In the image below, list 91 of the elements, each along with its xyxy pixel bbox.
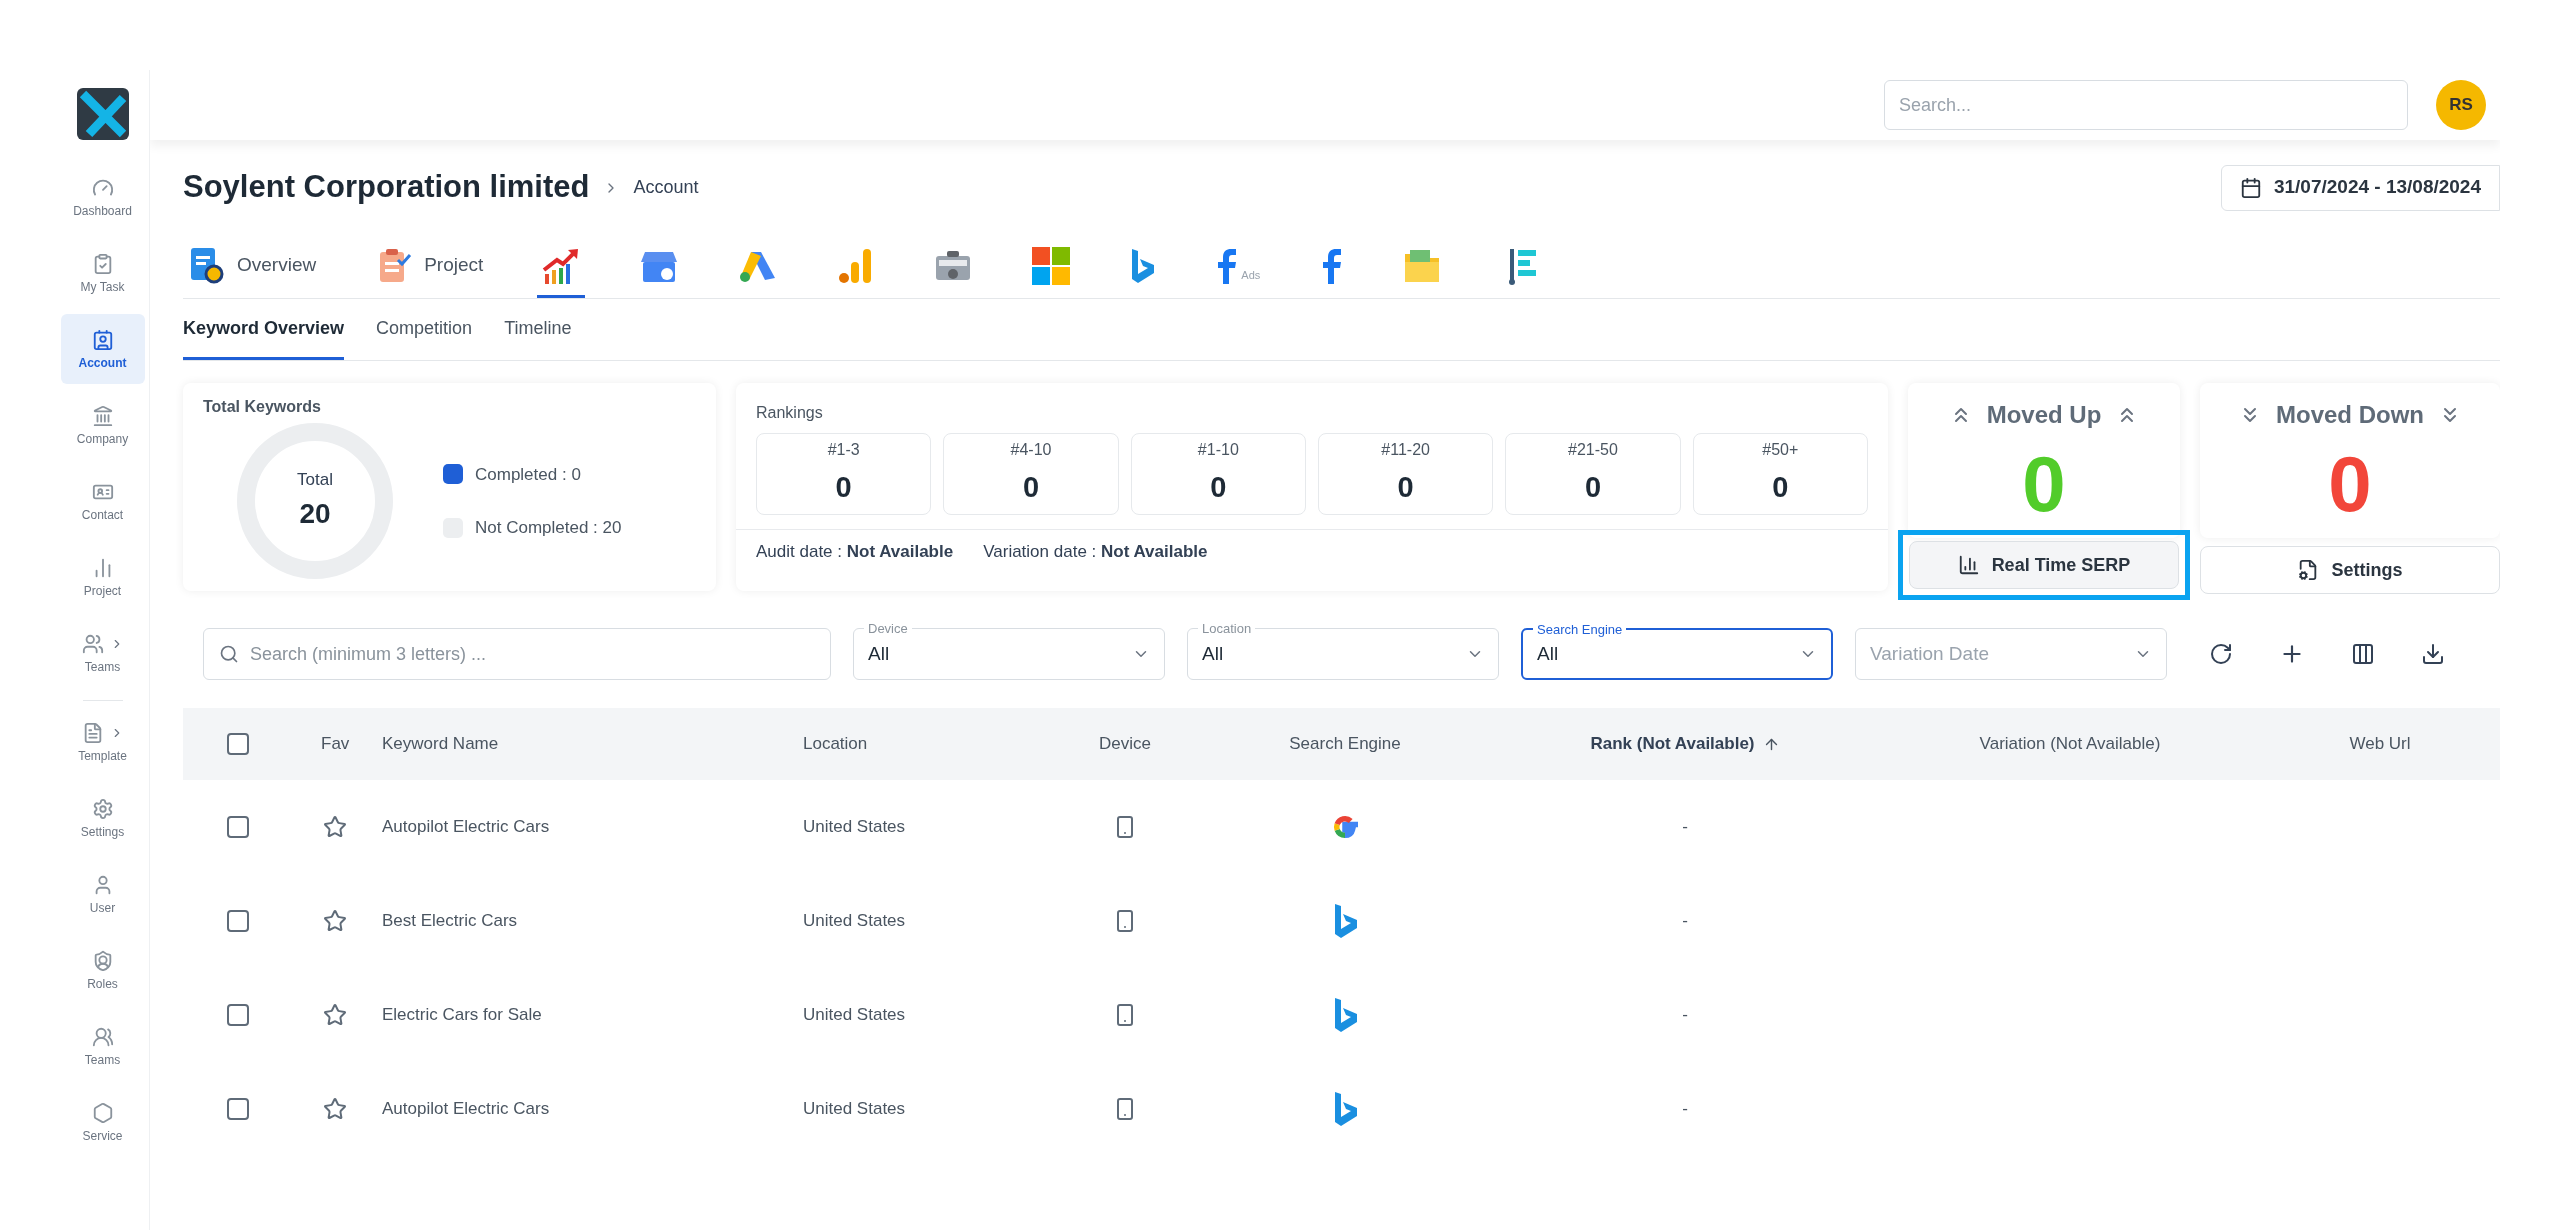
refresh-icon[interactable] xyxy=(2209,642,2233,666)
date-range-button[interactable]: 31/07/2024 - 13/08/2024 xyxy=(2220,164,2500,211)
logo-icon[interactable] xyxy=(76,88,129,140)
rank-box: #1-3 0 xyxy=(756,433,932,515)
audit-date-text: Audit date : Not Available xyxy=(756,541,954,564)
search-icon xyxy=(219,644,239,664)
table-cell-text: Autopilot Electric Cars xyxy=(382,1098,551,1121)
real-time-serp-button[interactable]: Real Time SERP xyxy=(1909,541,2179,589)
rank-box: #11-20 0 xyxy=(1318,433,1494,515)
table-cell-text: - xyxy=(1682,910,1688,933)
movement-title: Moved Down xyxy=(2276,400,2424,430)
contact-card-icon xyxy=(91,329,114,351)
column-header[interactable]: Location xyxy=(803,731,868,757)
table-cell-text: United States xyxy=(803,1098,907,1121)
row-checkbox[interactable] xyxy=(227,1098,249,1120)
platform-tab[interactable]: Overview xyxy=(183,236,321,298)
b-logo-icon xyxy=(1129,247,1156,284)
page-title: Soylent Corporation limited xyxy=(183,168,590,207)
breadcrumb-link[interactable]: Account xyxy=(633,174,699,201)
table-cell-text: United States xyxy=(803,910,907,933)
sidebar-item[interactable]: Settings xyxy=(60,783,145,853)
column-header[interactable]: Keyword Name xyxy=(382,731,499,757)
table-cell-text: United States xyxy=(803,816,907,839)
download-icon[interactable] xyxy=(2421,642,2445,666)
bar-chart-icon xyxy=(1957,554,1980,576)
b-logo-icon xyxy=(1332,997,1358,1033)
sub-tab[interactable]: Keyword Overview xyxy=(183,300,345,360)
card-title: Total Keywords xyxy=(203,397,322,417)
donut-label: Total xyxy=(297,469,333,492)
column-header[interactable]: Rank (Not Available) xyxy=(1590,731,1755,757)
column-header[interactable]: Variation (Not Available) xyxy=(1979,731,2161,757)
people-icon xyxy=(91,1026,114,1048)
column-header[interactable]: Fav xyxy=(321,731,350,757)
sub-tab[interactable]: Timeline xyxy=(504,300,572,360)
table-cell-text: - xyxy=(1682,1098,1688,1121)
column-header[interactable]: Device xyxy=(1099,731,1151,757)
sidebar-item[interactable]: Contact xyxy=(60,466,145,536)
row-checkbox[interactable] xyxy=(227,1004,249,1026)
column-header[interactable]: Web Url xyxy=(2349,731,2411,757)
star-icon[interactable] xyxy=(323,1003,347,1027)
variation-date-text: Variation date : Not Available xyxy=(983,541,1208,564)
movement-value: 0 xyxy=(2022,445,2066,523)
hexagon-icon xyxy=(91,1102,114,1124)
table-cell-text: United States xyxy=(803,1004,907,1027)
search-field[interactable]: Search... xyxy=(1884,80,2408,130)
rank-box: #4-10 0 xyxy=(943,433,1119,515)
rank-box: #1-10 0 xyxy=(1130,433,1306,515)
table-cell-text: Electric Cars for Sale xyxy=(382,1004,543,1027)
b-logo-icon xyxy=(1332,1091,1358,1127)
card-title: Rankings xyxy=(756,403,824,423)
column-header[interactable]: Search Engine xyxy=(1289,731,1401,757)
select-all-checkbox[interactable] xyxy=(227,733,249,755)
legend-label: Completed : 0 xyxy=(475,463,581,486)
movement-value: 0 xyxy=(2328,445,2372,523)
columns-icon[interactable] xyxy=(2351,642,2375,666)
row-checkbox[interactable] xyxy=(227,910,249,932)
rank-box: #21-50 0 xyxy=(1505,433,1681,515)
donut-value: 20 xyxy=(299,496,331,531)
keyword-search-field[interactable]: Search (minimum 3 letters) ... xyxy=(203,628,831,680)
sidebar-item[interactable]: User xyxy=(60,859,145,929)
sidebar-item[interactable]: Template xyxy=(60,707,145,777)
four-squares-icon xyxy=(1031,245,1072,286)
sidebar-item[interactable]: Roles xyxy=(60,935,145,1005)
star-icon[interactable] xyxy=(323,1097,347,1121)
legend-label: Not Completed : 20 xyxy=(475,517,622,539)
sidebar-item[interactable]: My Task xyxy=(60,238,145,308)
sidebar-item[interactable]: Service xyxy=(60,1087,145,1157)
sub-tab[interactable]: Competition xyxy=(376,300,473,360)
sidebar-item[interactable]: Account xyxy=(60,314,145,384)
settings-button[interactable]: Settings xyxy=(2200,546,2500,594)
table-cell-text: - xyxy=(1682,816,1688,839)
star-icon[interactable] xyxy=(323,815,347,839)
sidebar-item[interactable]: Dashboard xyxy=(60,162,145,232)
people-icon xyxy=(81,633,104,655)
avatar[interactable]: RS xyxy=(2436,80,2486,130)
gear-icon xyxy=(91,798,114,820)
table-cell-text: Best Electric Cars xyxy=(382,910,519,933)
table-cell-text: Autopilot Electric Cars xyxy=(382,816,551,839)
sidebar-item[interactable]: Project xyxy=(60,542,145,612)
sidebar-item[interactable]: Teams xyxy=(60,618,145,688)
row-checkbox[interactable] xyxy=(227,816,249,838)
calendar-icon xyxy=(2239,176,2262,199)
movement-title: Moved Up xyxy=(1986,400,2102,430)
star-icon[interactable] xyxy=(323,909,347,933)
platform-tab[interactable]: Project xyxy=(370,236,488,298)
bank-icon xyxy=(91,405,114,427)
sidebar-item[interactable]: Company xyxy=(60,390,145,460)
table-cell-text: - xyxy=(1682,1004,1688,1027)
sidebar-item[interactable]: Teams xyxy=(60,1011,145,1081)
rank-box: #50+ 0 xyxy=(1692,433,1868,515)
b-logo-icon xyxy=(1332,903,1358,939)
